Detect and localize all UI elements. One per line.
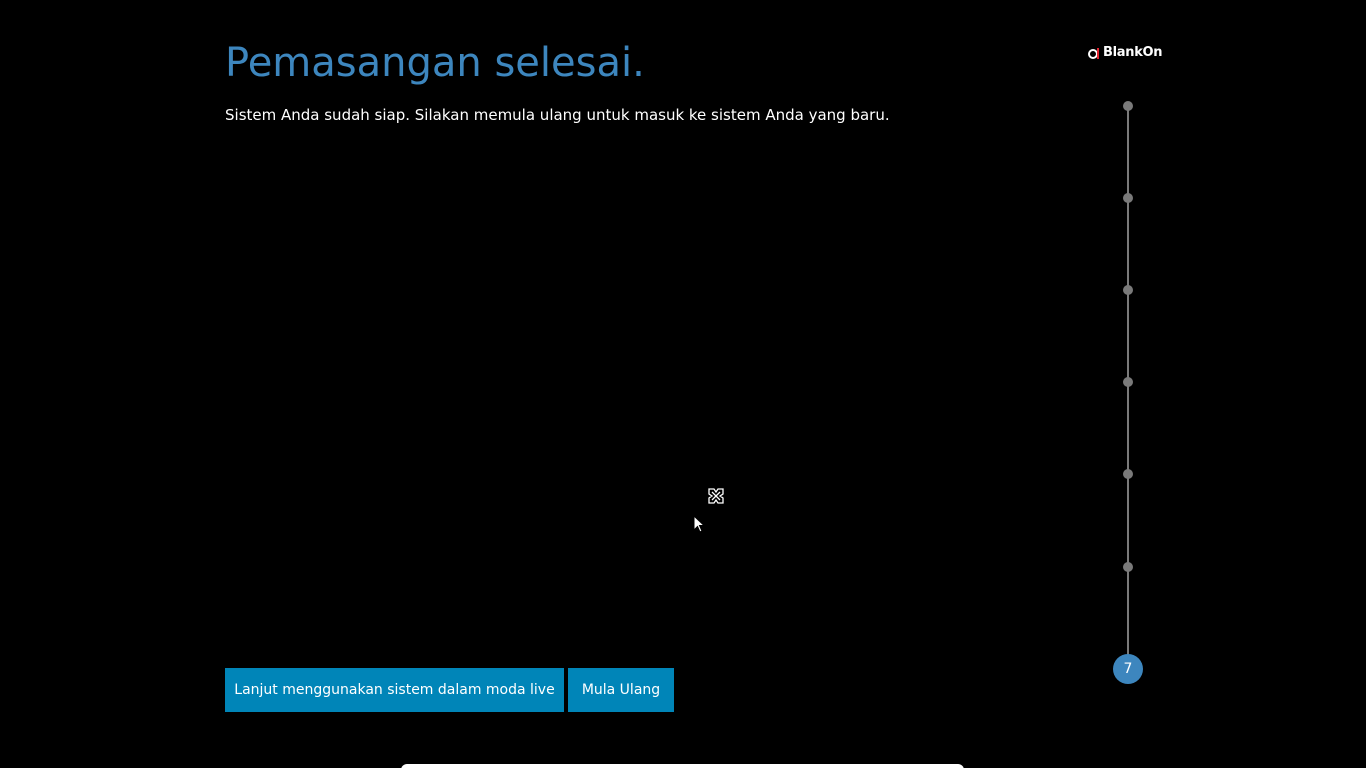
restart-button[interactable]: Mula Ulang [568,668,674,712]
busy-cursor-icon [708,488,724,504]
mouse-pointer-icon [693,515,705,533]
step-3-indicator [1123,285,1133,295]
step-1-indicator [1123,101,1133,111]
step-6-indicator [1123,562,1133,572]
continue-live-button[interactable]: Lanjut menggunakan sistem dalam moda liv… [225,668,564,712]
brand-logo: BlankOn [1088,44,1163,62]
step-current-indicator: 7 [1113,654,1143,684]
bottom-panel-edge [401,764,964,768]
step-2-indicator [1123,193,1133,203]
blankon-logo-icon [1088,47,1099,59]
step-5-indicator [1123,469,1133,479]
page-title: Pemasangan selesai. [225,40,645,86]
step-4-indicator [1123,377,1133,387]
page-subtitle: Sistem Anda sudah siap. Silakan memula u… [225,106,890,124]
brand-logo-text: BlankOn [1103,45,1163,60]
